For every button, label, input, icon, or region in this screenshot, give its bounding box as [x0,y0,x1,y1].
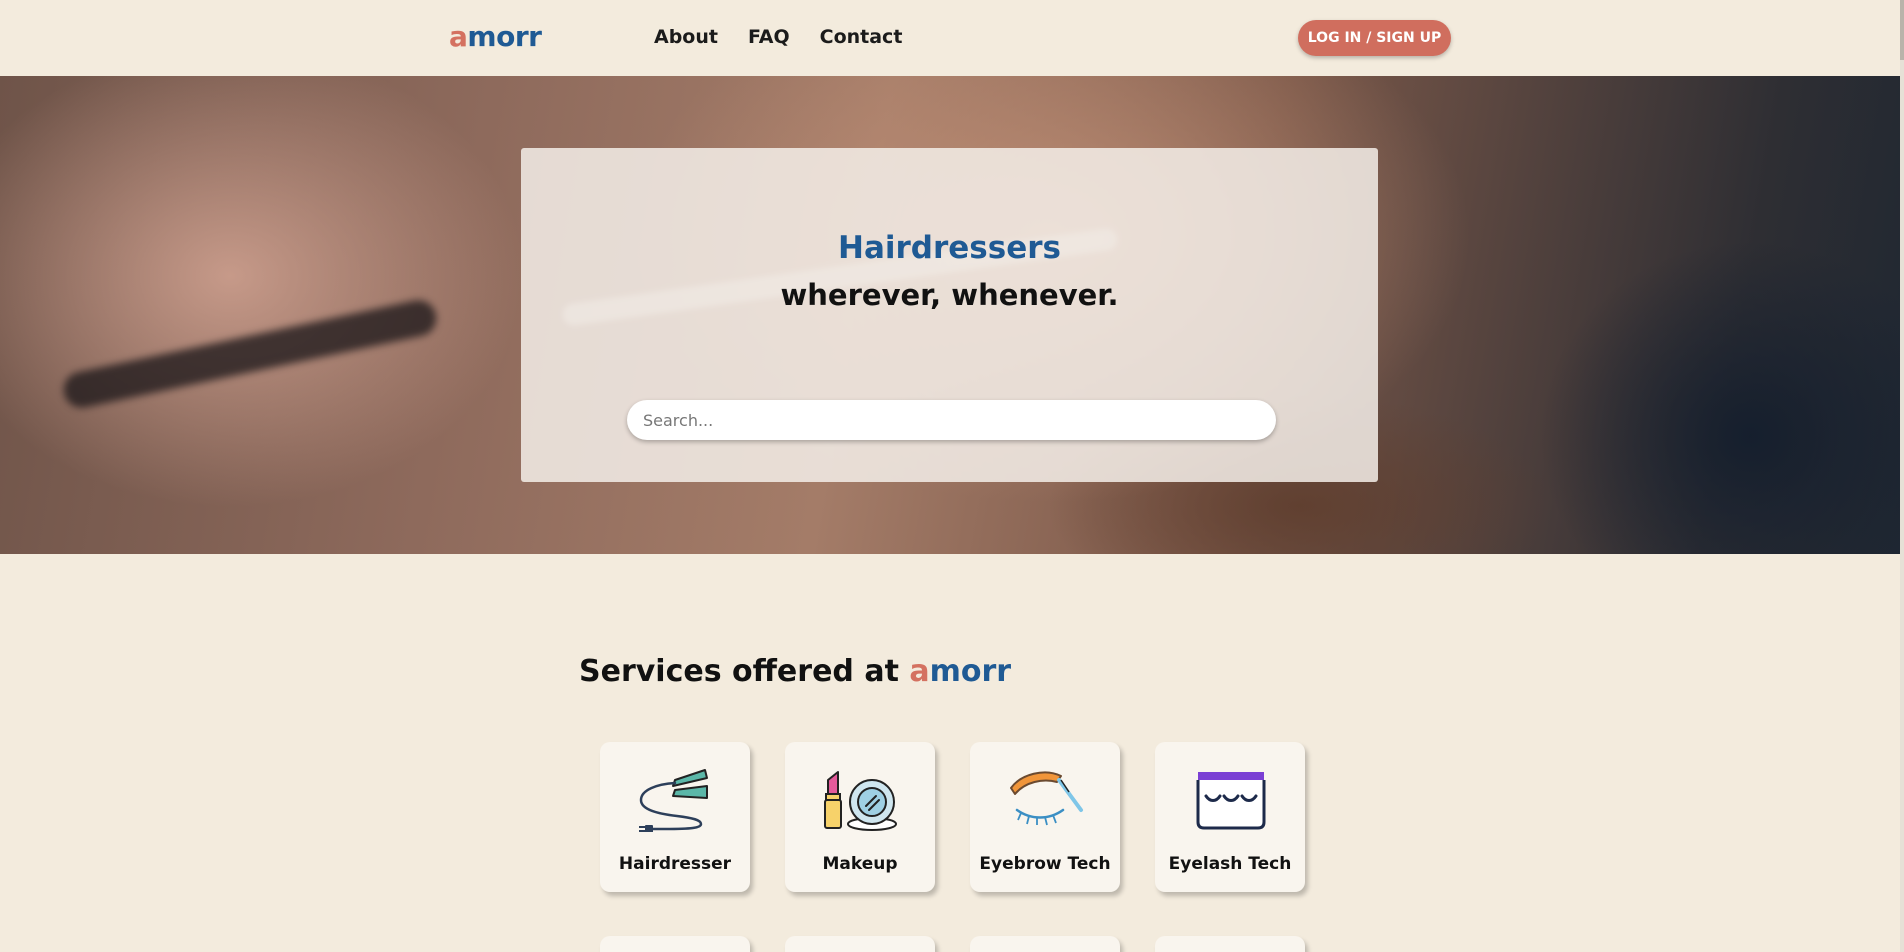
hero-background-image [60,296,440,412]
page-scrollbar[interactable] [1900,0,1904,952]
service-card[interactable] [785,936,935,952]
service-card-eyebrow-tech[interactable]: Eyebrow Tech [970,742,1120,892]
scrollbar-thumb[interactable] [1900,0,1904,60]
services-grid: Hairdresser Makeup Eyebrow Tech Eyelash … [600,742,1305,892]
services-grid-row-2 [600,936,1305,952]
hair-straightener-icon [639,769,708,832]
nav-contact-link[interactable]: Contact [820,26,903,48]
brand-rest: morr [929,654,1012,689]
eyelash-icon [1196,772,1266,830]
service-card-eyelash-tech[interactable]: Eyelash Tech [1155,742,1305,892]
service-card-hairdresser[interactable]: Hairdresser [600,742,750,892]
service-label-eyebrow-tech: Eyebrow Tech [979,854,1111,874]
hero-subtitle: wherever, whenever. [780,278,1119,312]
service-label-makeup: Makeup [822,854,898,874]
site-header: amorr About FAQ Contact LOG IN / SIGN UP [0,0,1900,76]
service-card[interactable] [600,936,750,952]
nav-faq-link[interactable]: FAQ [748,26,790,48]
service-label-eyelash-tech: Eyelash Tech [1168,854,1292,874]
hero-card: Hairdressers wherever, whenever. [521,148,1378,482]
service-card[interactable] [970,936,1120,952]
services-heading-brand: amorr [909,654,1011,689]
login-signup-button[interactable]: LOG IN / SIGN UP [1298,20,1451,56]
logo-a: a [449,20,468,53]
brand-a: a [909,654,930,689]
eyebrow-icon [1010,771,1083,826]
service-card-makeup[interactable]: Makeup [785,742,935,892]
hero-banner: Hairdressers wherever, whenever. [0,76,1900,554]
nav-about-link[interactable]: About [654,26,718,48]
service-card[interactable] [1155,936,1305,952]
services-heading: Services offered at amorr [579,654,1011,689]
logo[interactable]: amorr [449,20,542,53]
service-label-hairdresser: Hairdresser [618,854,732,874]
makeup-icon [824,771,897,831]
search-input[interactable] [627,400,1276,440]
services-heading-text: Services offered at [579,654,910,689]
hero-title: Hairdressers [838,230,1061,266]
logo-rest: morr [467,20,542,53]
main-nav: About FAQ Contact [654,26,902,48]
